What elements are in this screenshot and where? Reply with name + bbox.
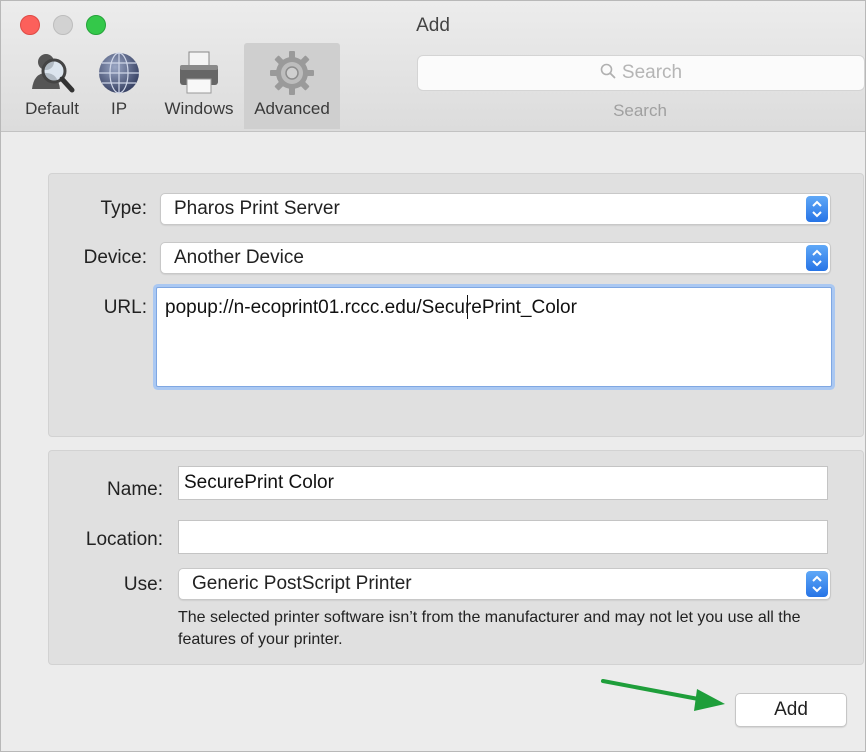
search-label: Search [613,101,667,120]
window-title: Add [416,15,450,36]
tab-windows-label: Windows [164,99,234,118]
add-printer-window: Add Default IP Windows Advanced Search S… [0,0,866,752]
add-button[interactable]: Add [735,693,847,727]
url-value: popup://n-ecoprint01.rccc.edu/SecurePrin… [165,297,577,318]
type-stepper [806,196,828,222]
url-label: URL: [103,297,147,318]
location-label: Location: [85,529,163,550]
tab-ip-label: IP [110,99,128,118]
name-field[interactable]: SecurePrint Color [178,466,828,500]
url-field[interactable]: popup://n-ecoprint01.rccc.edu/SecurePrin… [156,287,832,387]
type-label: Type: [100,198,147,219]
search-placeholder-text: Search [621,62,683,83]
name-label: Name: [107,479,163,500]
chevron-updown-icon [812,575,822,593]
chevron-updown-icon [812,200,822,218]
annotation-arrow-icon [601,679,725,711]
device-popup[interactable]: Another Device [160,242,831,274]
type-value: Pharos Print Server [174,198,340,219]
device-label: Device: [83,247,147,268]
device-stepper [806,245,828,271]
search-input[interactable]: Search [417,55,865,91]
use-label: Use: [123,574,163,595]
tab-advanced-label: Advanced [254,99,330,118]
printer-icon [180,51,218,94]
chevron-updown-icon [812,249,822,267]
text-caret [467,295,468,319]
search-placeholder: Search [418,62,864,84]
type-popup[interactable]: Pharos Print Server [160,193,831,225]
gear-icon [270,51,314,95]
default-magnifier-icon [32,54,75,93]
use-stepper [806,571,828,597]
tab-advanced[interactable]: Advanced [244,43,340,129]
name-value: SecurePrint Color [184,472,334,493]
tab-default-label: Default [25,99,79,118]
location-field[interactable] [178,520,828,554]
tab-ip[interactable]: IP [95,43,143,129]
tab-default[interactable]: Default [19,43,85,129]
use-popup[interactable]: Generic PostScript Printer [178,568,831,600]
toolbar: Add Default IP Windows Advanced Search S… [1,1,865,132]
driver-warning-note: The selected printer software isn’t from… [178,609,801,648]
device-value: Another Device [174,247,304,268]
tab-windows[interactable]: Windows [159,43,239,129]
use-value: Generic PostScript Printer [192,573,412,594]
search-icon [600,63,616,79]
globe-icon [99,52,139,94]
